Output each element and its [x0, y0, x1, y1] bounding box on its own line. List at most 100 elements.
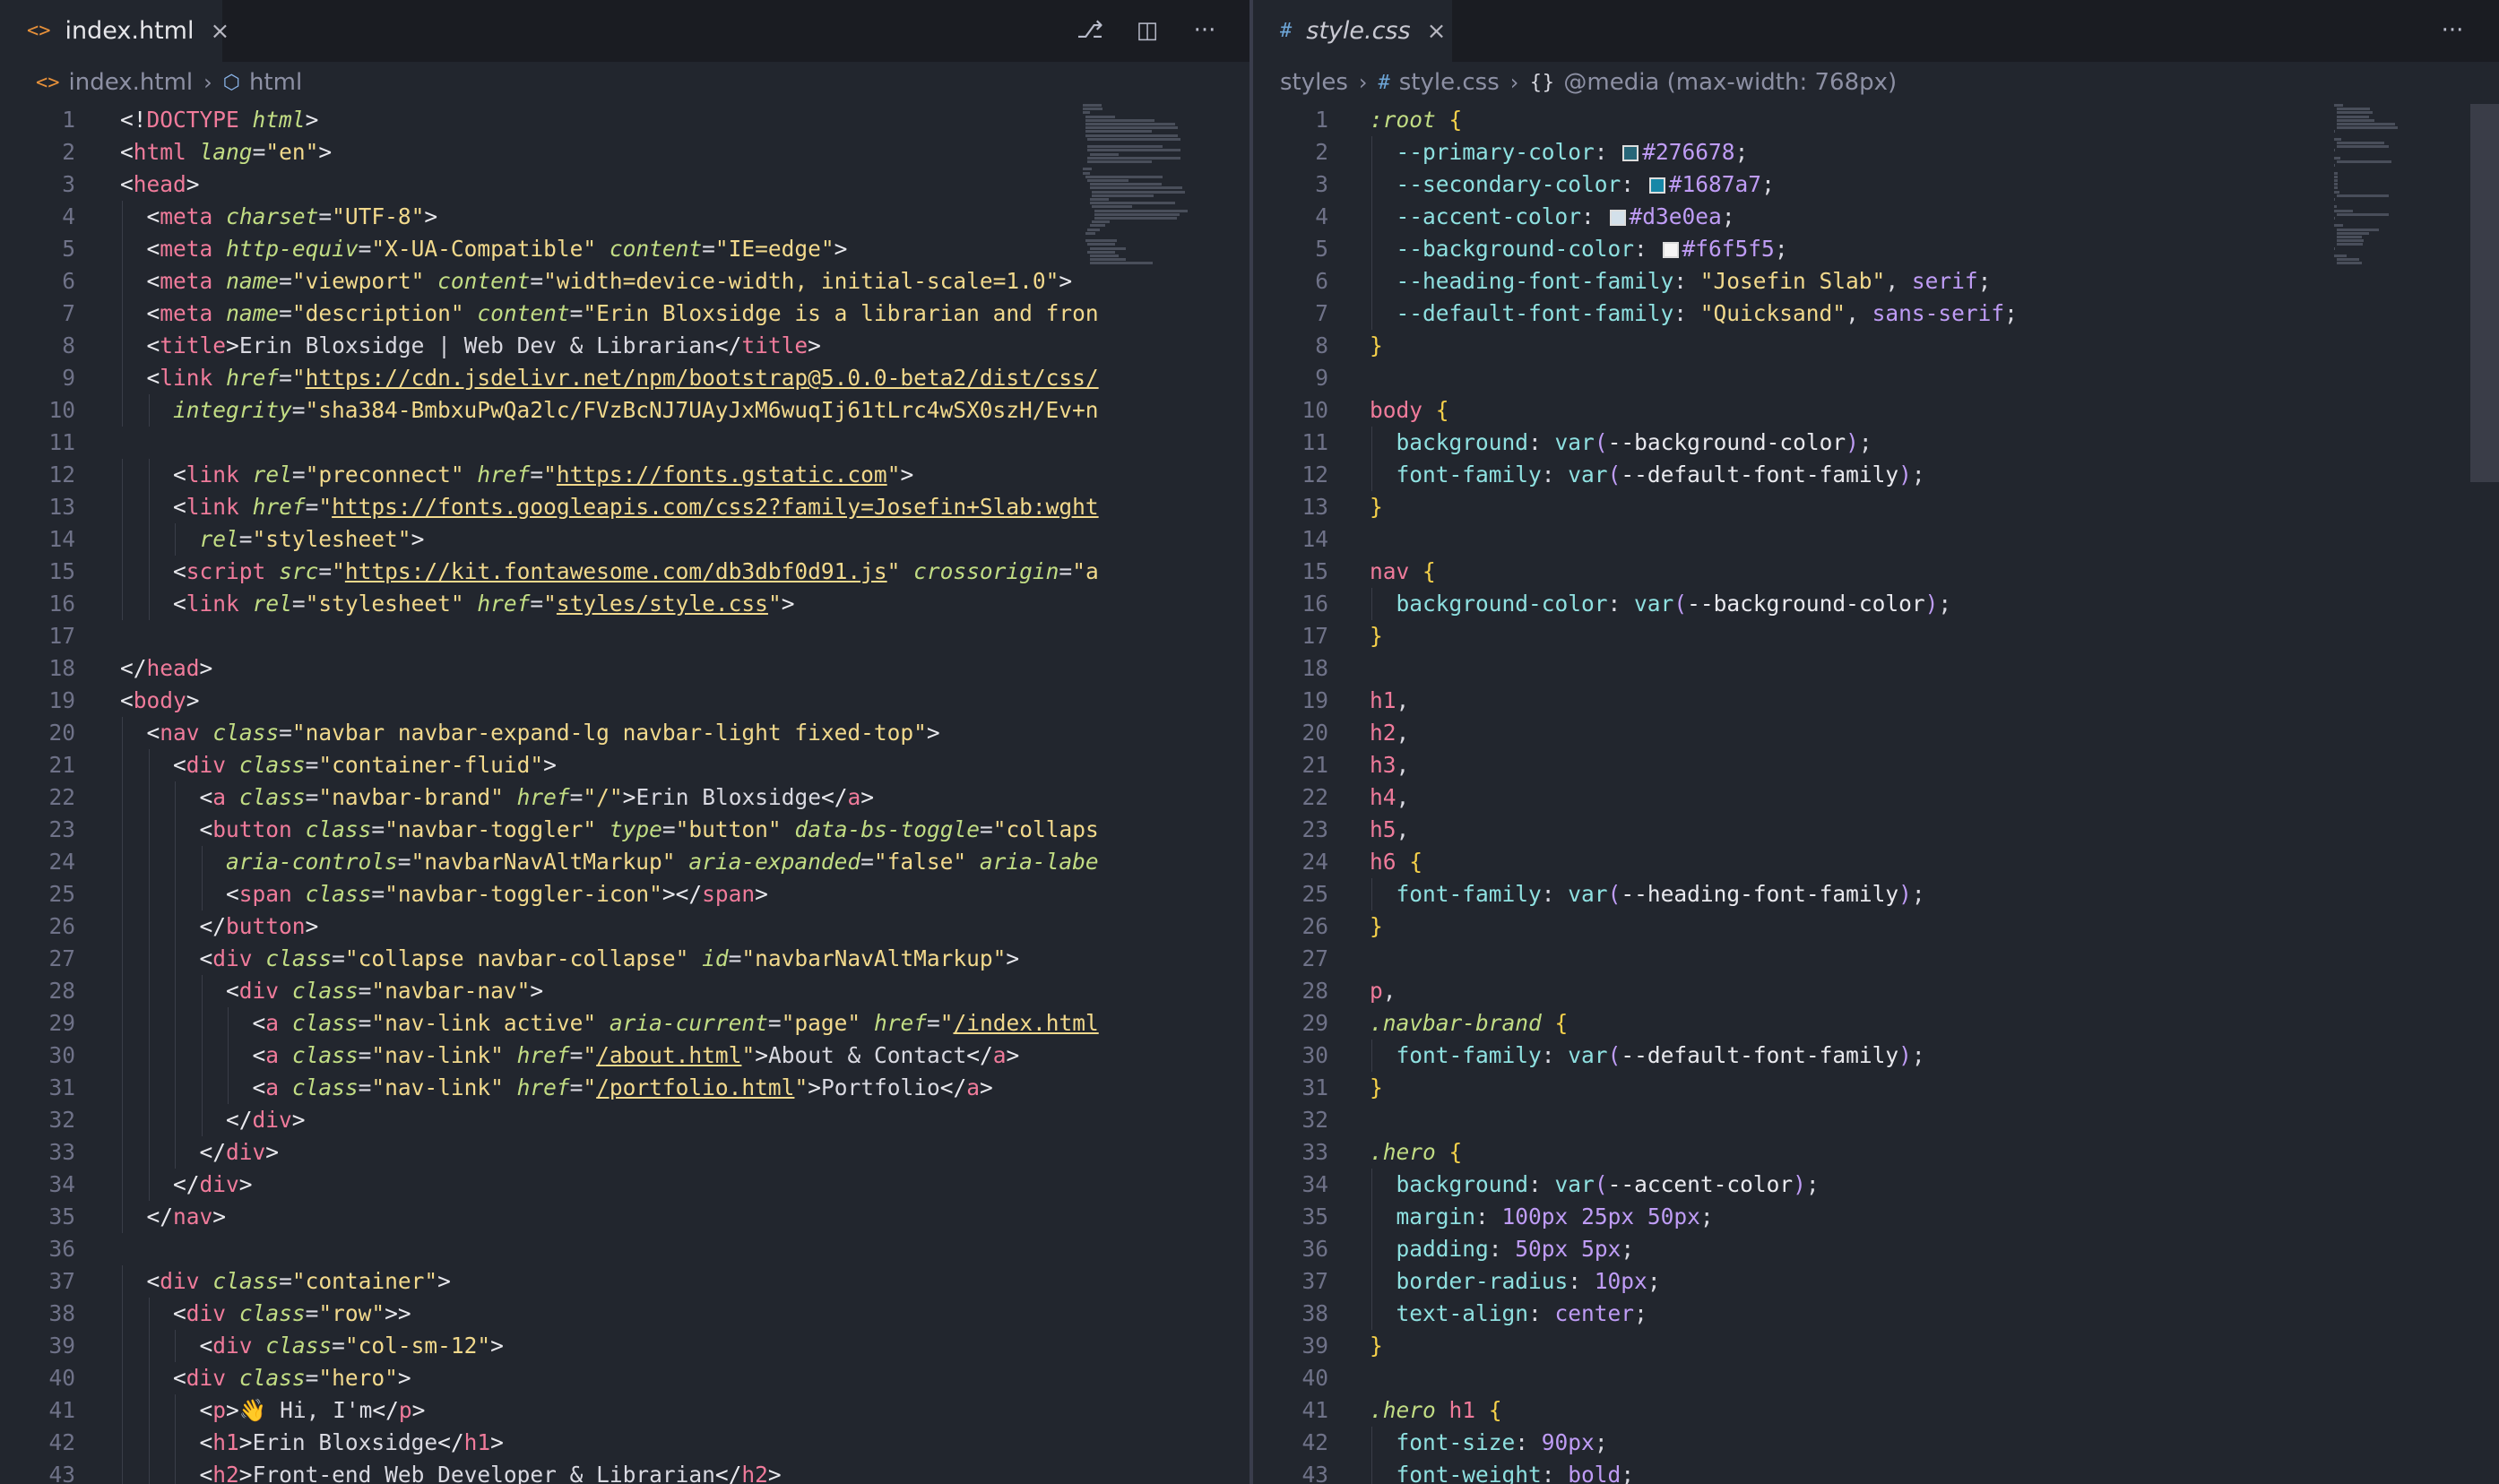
code-line[interactable]: 37 <div class="container"> [0, 1265, 1250, 1298]
code-line[interactable]: 10 body { [1253, 394, 2499, 427]
tab-index-html[interactable]: <> index.html × [0, 0, 229, 62]
code-line[interactable]: 14 rel="stylesheet"> [0, 523, 1250, 556]
code-line[interactable]: 13} [1253, 491, 2499, 523]
code-line[interactable]: 28 p, [1253, 975, 2499, 1007]
code-line[interactable]: 27 [1253, 943, 2499, 975]
code-line[interactable]: 6 <meta name="viewport" content="width=d… [0, 265, 1250, 298]
code-line[interactable]: 18 [1253, 652, 2499, 685]
minimap[interactable] [1083, 104, 1188, 301]
code-line[interactable]: 24 aria-controls="navbarNavAltMarkup" ar… [0, 846, 1250, 878]
breadcrumb-symbol[interactable]: html [249, 69, 302, 96]
code-line[interactable]: 22 h4, [1253, 781, 2499, 814]
code-line[interactable]: 30 font-family: var(--default-font-famil… [1253, 1040, 2499, 1072]
code-line[interactable]: 20 h2, [1253, 717, 2499, 749]
code-line[interactable]: 43 font-weight: bold; [1253, 1459, 2499, 1484]
code-line[interactable]: 23 <button class="navbar-toggler" type="… [0, 814, 1250, 846]
code-line[interactable]: 25 <span class="navbar-toggler-icon"></s… [0, 878, 1250, 910]
code-line[interactable]: 8 <title>Erin Bloxsidge | Web Dev & Libr… [0, 330, 1250, 362]
split-editor-icon[interactable]: ◫ [1129, 13, 1165, 48]
more-actions-icon[interactable]: ··· [1187, 13, 1223, 48]
code-line[interactable]: 17 [0, 620, 1250, 652]
code-line[interactable]: 33 .hero { [1253, 1136, 2499, 1169]
code-line[interactable]: 29 <a class="nav-link active" aria-curre… [0, 1007, 1250, 1040]
code-line[interactable]: 15 <script src="https://kit.fontawesome.… [0, 556, 1250, 588]
code-line[interactable]: 35 </nav> [0, 1201, 1250, 1233]
code-line[interactable]: 19 <body> [0, 685, 1250, 717]
code-line[interactable]: 18 </head> [0, 652, 1250, 685]
code-line[interactable]: 42 font-size: 90px; [1253, 1427, 2499, 1459]
code-line[interactable]: 10 integrity="sha384-BmbxuPwQa2lc/FVzBcN… [0, 394, 1250, 427]
code-line[interactable]: 12 font-family: var(--default-font-famil… [1253, 459, 2499, 491]
code-line[interactable]: 40 [1253, 1362, 2499, 1394]
code-line[interactable]: 32 [1253, 1104, 2499, 1136]
more-actions-icon[interactable]: ··· [2434, 13, 2470, 48]
code-line[interactable]: 32 </div> [0, 1104, 1250, 1136]
code-line[interactable]: 11 background: var(--background-color); [1253, 427, 2499, 459]
code-line[interactable]: 30 <a class="nav-link" href="/about.html… [0, 1040, 1250, 1072]
code-line[interactable]: 26} [1253, 910, 2499, 943]
code-line[interactable]: 5 <meta http-equiv="X-UA-Compatible" con… [0, 233, 1250, 265]
code-line[interactable]: 36 padding: 50px 5px; [1253, 1233, 2499, 1265]
minimap[interactable] [2334, 104, 2433, 301]
code-line[interactable]: 23 h5, [1253, 814, 2499, 846]
code-line[interactable]: 12 <link rel="preconnect" href="https://… [0, 459, 1250, 491]
code-line[interactable]: 9 <link href="https://cdn.jsdelivr.net/n… [0, 362, 1250, 394]
code-line[interactable]: 2 <html lang="en"> [0, 136, 1250, 168]
code-line[interactable]: 1:root { [1253, 104, 2499, 136]
breadcrumb-file[interactable]: index.html [69, 69, 194, 96]
code-line[interactable]: 14 [1253, 523, 2499, 556]
code-line[interactable]: 40 <div class="hero"> [0, 1362, 1250, 1394]
code-line[interactable]: 13 <link href="https://fonts.googleapis.… [0, 491, 1250, 523]
scrollbar[interactable] [2470, 104, 2499, 482]
code-line[interactable]: 36 [0, 1233, 1250, 1265]
code-line[interactable]: 33 </div> [0, 1136, 1250, 1169]
code-line[interactable]: 8} [1253, 330, 2499, 362]
code-line[interactable]: 24 h6 { [1253, 846, 2499, 878]
code-line[interactable]: 25 font-family: var(--heading-font-famil… [1253, 878, 2499, 910]
code-line[interactable]: 15 nav { [1253, 556, 2499, 588]
code-line[interactable]: 17} [1253, 620, 2499, 652]
code-line[interactable]: 41 .hero h1 { [1253, 1394, 2499, 1427]
code-line[interactable]: 20 <nav class="navbar navbar-expand-lg n… [0, 717, 1250, 749]
code-line[interactable]: 19 h1, [1253, 685, 2499, 717]
open-changes-icon[interactable]: ⎇ [1072, 13, 1108, 48]
code-line[interactable]: 37 border-radius: 10px; [1253, 1265, 2499, 1298]
code-line[interactable]: 42 <h1>Erin Bloxsidge</h1> [0, 1427, 1250, 1459]
close-icon[interactable]: × [210, 18, 229, 45]
breadcrumb-file[interactable]: style.css [1399, 69, 1500, 96]
code-line[interactable]: 34 background: var(--accent-color); [1253, 1169, 2499, 1201]
code-line[interactable]: 1 <!DOCTYPE html> [0, 104, 1250, 136]
code-editor[interactable]: 1 <!DOCTYPE html> 2 <html lang="en"> 3 <head>… [0, 104, 1250, 1484]
code-line[interactable]: 2 --primary-color: #276678; [1253, 136, 2499, 168]
code-line[interactable]: 6 --heading-font-family: "Josefin Slab",… [1253, 265, 2499, 298]
code-line[interactable]: 4 --accent-color: #d3e0ea; [1253, 201, 2499, 233]
code-line[interactable]: 43 <h2>Front-end Web Developer & Librari… [0, 1459, 1250, 1484]
code-line[interactable]: 31} [1253, 1072, 2499, 1104]
code-line[interactable]: 38 <div class="row">> [0, 1298, 1250, 1330]
code-line[interactable]: 41 <p>👋 Hi, I'm</p> [0, 1394, 1250, 1427]
code-line[interactable]: 11 [0, 427, 1250, 459]
code-line[interactable]: 7 --default-font-family: "Quicksand", sa… [1253, 298, 2499, 330]
code-line[interactable]: 34 </div> [0, 1169, 1250, 1201]
code-line[interactable]: 5 --background-color: #f6f5f5; [1253, 233, 2499, 265]
code-line[interactable]: 21 <div class="container-fluid"> [0, 749, 1250, 781]
code-line[interactable]: 29 .navbar-brand { [1253, 1007, 2499, 1040]
code-line[interactable]: 21 h3, [1253, 749, 2499, 781]
code-line[interactable]: 3 --secondary-color: #1687a7; [1253, 168, 2499, 201]
code-line[interactable]: 7 <meta name="description" content="Erin… [0, 298, 1250, 330]
code-line[interactable]: 39} [1253, 1330, 2499, 1362]
tab-style-css[interactable]: # style.css × [1253, 0, 1452, 62]
code-line[interactable]: 35 margin: 100px 25px 50px; [1253, 1201, 2499, 1233]
code-line[interactable]: 31 <a class="nav-link" href="/portfolio.… [0, 1072, 1250, 1104]
code-line[interactable]: 22 <a class="navbar-brand" href="/">Erin… [0, 781, 1250, 814]
code-line[interactable]: 28 <div class="navbar-nav"> [0, 975, 1250, 1007]
breadcrumb-folder[interactable]: styles [1280, 69, 1348, 96]
code-line[interactable]: 26 </button> [0, 910, 1250, 943]
code-line[interactable]: 16 <link rel="stylesheet" href="styles/s… [0, 588, 1250, 620]
close-icon[interactable]: × [1427, 18, 1447, 45]
code-line[interactable]: 39 <div class="col-sm-12"> [0, 1330, 1250, 1362]
code-line[interactable]: 9 [1253, 362, 2499, 394]
code-line[interactable]: 4 <meta charset="UTF-8"> [0, 201, 1250, 233]
code-editor[interactable]: 1:root {2 --primary-color: #276678; 3 --s… [1253, 104, 2499, 1484]
breadcrumb-symbol[interactable]: @media (max-width: 768px) [1563, 69, 1897, 96]
